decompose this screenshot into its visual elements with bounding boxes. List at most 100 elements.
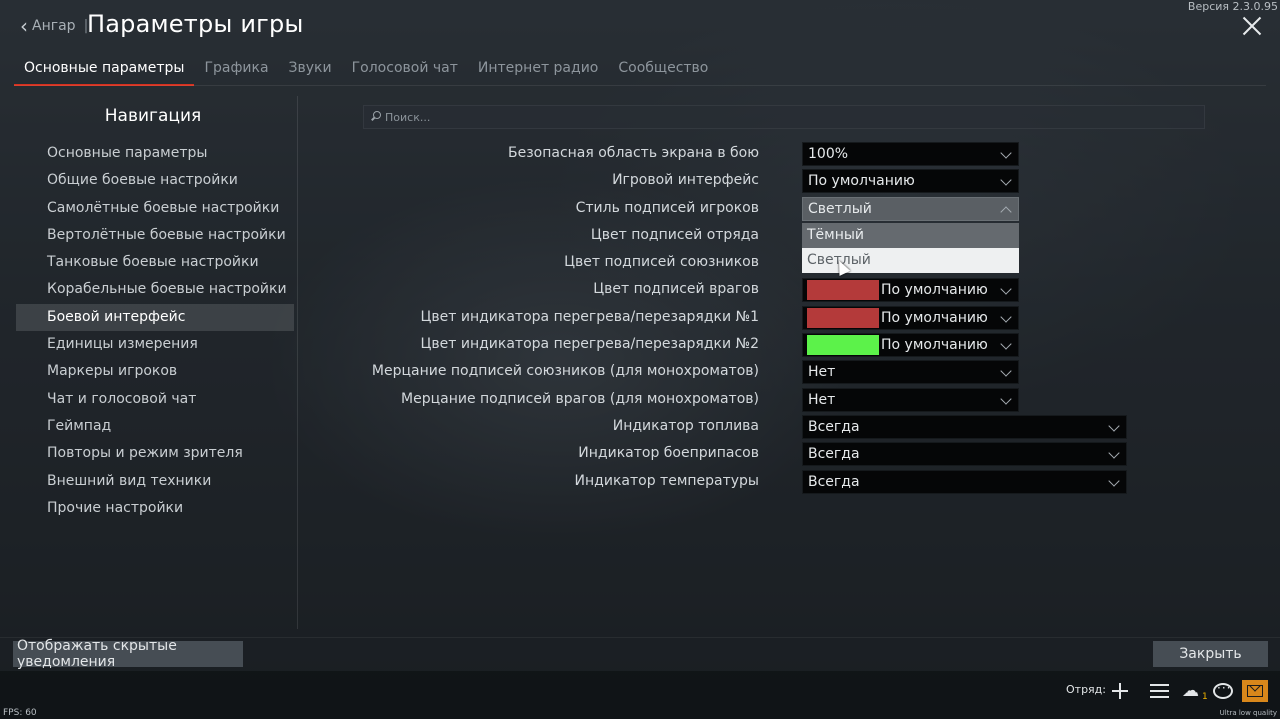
search-input[interactable] (385, 110, 1185, 124)
dropdown-value: Всегда (808, 446, 860, 463)
setting-label: Цвет подписей отряда (590, 226, 759, 243)
quality-label: Ultra low quality (1219, 709, 1277, 717)
sidebar-item-tank-battle[interactable]: Танковые боевые настройки (14, 249, 294, 276)
chevron-down-icon (1000, 283, 1012, 296)
setting-label: Цвет подписей врагов (593, 281, 759, 298)
tab-graphics[interactable]: Графика (194, 56, 278, 86)
setting-row: Индикатор боеприпасов Всегда (300, 440, 1200, 467)
tab-internet-radio[interactable]: Интернет радио (468, 56, 608, 86)
dropdown-value: По умолчанию (808, 173, 915, 190)
setting-label: Игровой интерфейс (612, 172, 759, 189)
dropdown-value: Нет (808, 391, 836, 408)
game-interface-dropdown[interactable]: По умолчанию (802, 169, 1019, 194)
setting-label: Цвет подписей союзников (564, 254, 759, 271)
sidebar-item-other[interactable]: Прочие настройки (14, 495, 294, 522)
dropdown-value: По умолчанию (881, 282, 988, 299)
enemy-flicker-dropdown[interactable]: Нет (802, 387, 1019, 412)
chat-icon[interactable] (1213, 681, 1233, 699)
dropdown-value: Всегда (808, 473, 860, 490)
sidebar-item-main[interactable]: Основные параметры (14, 140, 294, 167)
sidebar-item-gamepad[interactable]: Геймпад (14, 413, 294, 440)
chevron-left-icon: ‹ (20, 14, 28, 38)
sidebar-item-battle-interface[interactable]: Боевой интерфейс (16, 303, 294, 332)
dropdown-value: 100% (808, 146, 849, 162)
fps-counter: FPS: 60 (3, 708, 37, 718)
chevron-down-icon (1000, 365, 1012, 378)
chevron-down-icon (1000, 147, 1012, 159)
enemy-label-color-dropdown[interactable]: По умолчанию (802, 278, 1019, 303)
close-icon[interactable] (1240, 14, 1264, 38)
friends-count-badge: 1 (1202, 692, 1208, 702)
player-label-style-dropdown[interactable]: Светлый (802, 196, 1019, 221)
mail-icon (1247, 685, 1263, 697)
setting-row: Цвет индикатора перегрева/перезарядки №1… (300, 304, 1200, 331)
back-to-hangar-link[interactable]: ‹ Ангар | (20, 14, 88, 38)
overheat-color-1-dropdown[interactable]: По умолчанию (802, 305, 1019, 330)
color-swatch (807, 307, 879, 328)
tabs-divider (14, 85, 1266, 86)
setting-row: Мерцание подписей союзников (для монохро… (300, 358, 1200, 385)
setting-label: Индикатор боеприпасов (578, 445, 759, 462)
sidebar-item-helicopter-battle[interactable]: Вертолётные боевые настройки (14, 222, 294, 249)
sidebar-item-ship-battle[interactable]: Корабельные боевые настройки (14, 276, 294, 303)
sidebar-item-aircraft-battle[interactable]: Самолётные боевые настройки (14, 195, 294, 222)
ally-flicker-dropdown[interactable]: Нет (802, 360, 1019, 385)
setting-row: Индикатор температуры Всегда (300, 468, 1200, 495)
overheat-color-2-dropdown[interactable]: По умолчанию (802, 333, 1019, 358)
setting-label: Индикатор температуры (574, 472, 759, 489)
ammo-indicator-dropdown[interactable]: Всегда (802, 442, 1127, 467)
chevron-down-icon (1108, 447, 1120, 459)
sidebar-item-vehicle-appearance[interactable]: Внешний вид техники (14, 468, 294, 495)
page-title: Параметры игры (87, 10, 304, 38)
dropdown-value: По умолчанию (881, 337, 988, 354)
tab-voice-chat[interactable]: Голосовой чат (342, 56, 468, 86)
option-light[interactable]: Светлый (802, 248, 1019, 273)
setting-row: Цвет подписей отряда (300, 222, 1200, 249)
sidebar-item-player-markers[interactable]: Маркеры игроков (14, 358, 294, 385)
sidebar-item-general-battle[interactable]: Общие боевые настройки (14, 167, 294, 194)
sidebar-divider (297, 96, 298, 629)
chevron-down-icon (1108, 420, 1120, 432)
setting-row: Цвет подписей врагов По умолчанию (300, 276, 1200, 303)
plus-icon[interactable] (1110, 681, 1130, 701)
sidebar-item-replays[interactable]: Повторы и режим зрителя (14, 440, 294, 467)
sidebar-item-chat[interactable]: Чат и голосовой чат (14, 386, 294, 413)
tab-main-settings[interactable]: Основные параметры (14, 56, 195, 86)
settings-tabs: Основные параметры Графика Звуки Голосов… (14, 56, 718, 86)
temperature-indicator-dropdown[interactable]: Всегда (802, 469, 1127, 494)
setting-row: Цвет подписей союзников (300, 249, 1200, 276)
setting-label: Стиль подписей игроков (575, 199, 759, 216)
chevron-up-icon (1000, 205, 1012, 218)
safe-area-dropdown[interactable]: 100% (802, 142, 1019, 166)
show-hidden-notifications-button[interactable]: Отображать скрытые уведомления (13, 638, 243, 670)
setting-label: Мерцание подписей врагов (для монохромат… (401, 390, 759, 407)
setting-row: Стиль подписей игроков Светлый (300, 195, 1200, 222)
chevron-down-icon (1108, 474, 1120, 487)
squad-label: Отряд: (1066, 683, 1106, 696)
dropdown-value: Всегда (808, 418, 860, 435)
list-icon[interactable] (1150, 681, 1171, 701)
friends-icon[interactable]: ☁ (1182, 681, 1202, 701)
version-label: Версия 2.3.0.95 (1187, 0, 1278, 13)
close-button[interactable]: Закрыть (1153, 641, 1268, 667)
setting-label: Цвет индикатора перегрева/перезарядки №2 (420, 336, 759, 353)
fuel-indicator-dropdown[interactable]: Всегда (802, 414, 1127, 439)
color-swatch (807, 335, 879, 356)
setting-label: Цвет индикатора перегрева/перезарядки №1 (420, 308, 759, 325)
mail-button[interactable] (1242, 680, 1268, 702)
chevron-down-icon (1000, 311, 1012, 323)
setting-row: Мерцание подписей врагов (для монохромат… (300, 386, 1200, 413)
tab-community[interactable]: Сообщество (608, 56, 718, 86)
color-swatch (807, 280, 879, 301)
sidebar-item-units[interactable]: Единицы измерения (14, 331, 294, 358)
chevron-down-icon (1000, 393, 1012, 405)
tab-sounds[interactable]: Звуки (279, 56, 342, 86)
setting-label: Индикатор топлива (612, 417, 759, 434)
settings-list: Безопасная область экрана в бою 100% Игр… (300, 140, 1200, 495)
option-dark[interactable]: Тёмный (802, 223, 1019, 248)
dropdown-value: Нет (808, 364, 836, 381)
chevron-down-icon (1000, 338, 1012, 350)
navigation-title: Навигация (104, 106, 202, 126)
setting-row: Безопасная область экрана в бою 100% (300, 140, 1200, 167)
setting-row: Цвет индикатора перегрева/перезарядки №2… (300, 331, 1200, 358)
